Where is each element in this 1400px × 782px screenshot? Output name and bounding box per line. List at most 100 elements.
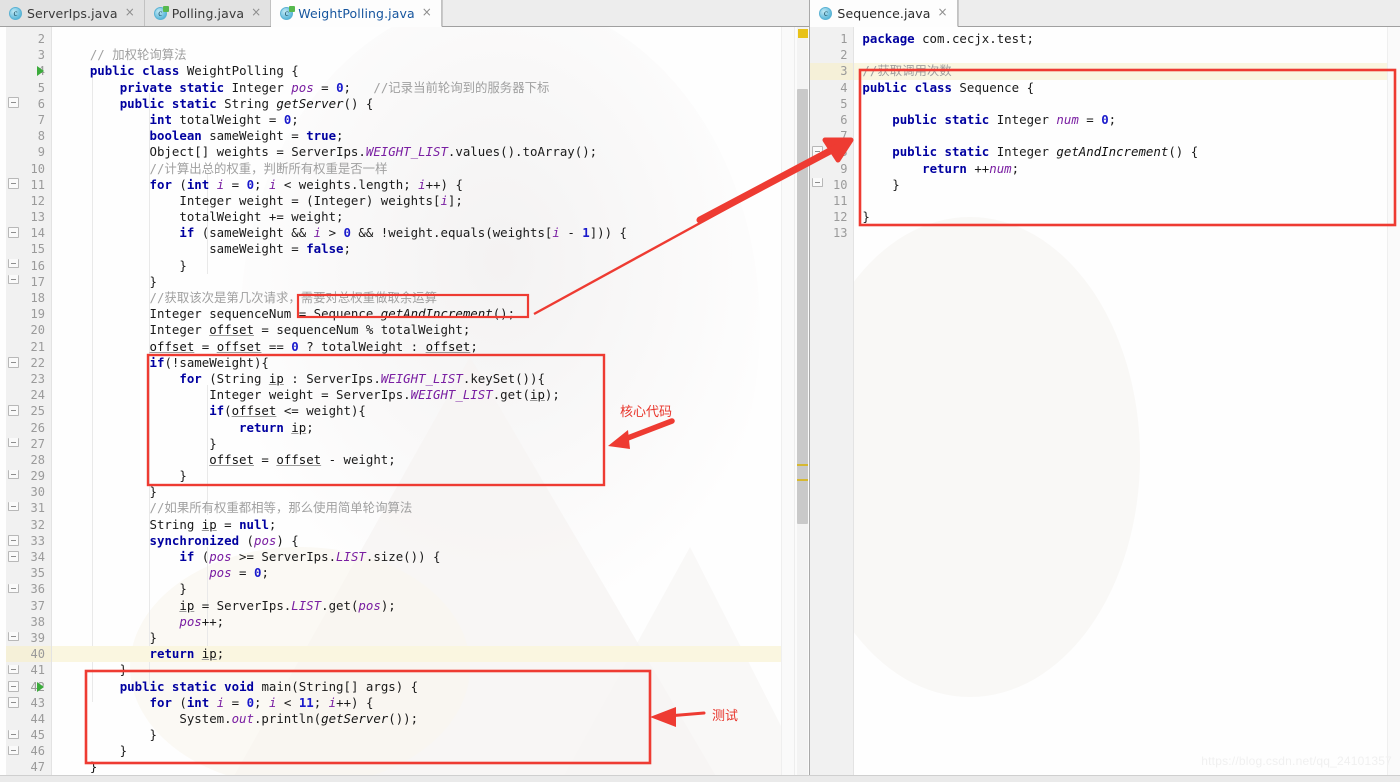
code-line[interactable]: for (int i = 0; i < weights.length; i++)… <box>52 177 781 193</box>
code-line[interactable]: public static String getServer() { <box>52 96 781 112</box>
fold-icon-end[interactable] <box>8 730 19 739</box>
change-marker[interactable] <box>797 479 809 481</box>
fold-icon[interactable] <box>8 405 19 416</box>
code-line[interactable]: if(offset <= weight){ <box>52 403 781 419</box>
left-editor[interactable]: 2 3 4 5 6 7 8 9 10 11 12 13 14 15 16 17 18 19 20 21 22 23 24 25… <box>0 27 810 782</box>
close-icon[interactable]: × <box>249 6 262 20</box>
left-error-strip[interactable] <box>781 27 795 782</box>
fold-icon-end[interactable] <box>8 259 19 268</box>
code-line[interactable]: offset = offset == 0 ? totalWeight : off… <box>52 339 781 355</box>
code-line[interactable]: if (sameWeight && i > 0 && !weight.equal… <box>52 225 781 241</box>
fold-icon[interactable] <box>8 535 19 546</box>
code-line[interactable]: //计算出总的权重，判断所有权重是否一样 <box>52 161 781 177</box>
code-line[interactable]: return ip; <box>52 420 781 436</box>
fold-icon[interactable] <box>8 697 19 708</box>
code-line[interactable]: } <box>52 727 781 743</box>
fold-icon-end[interactable] <box>8 275 19 284</box>
fold-icon[interactable] <box>8 97 19 108</box>
code-line[interactable]: Integer sequenceNum = Sequence.getAndInc… <box>52 306 781 322</box>
tab-weightpolling[interactable]: WeightPolling.java × <box>271 0 442 27</box>
right-line-number-gutter[interactable]: 1 2 3 4 5 6 7 8 9 10 11 12 13 <box>810 27 855 782</box>
code-line[interactable]: } <box>52 258 781 274</box>
code-line[interactable]: // 加权轮询算法 <box>52 47 781 63</box>
fold-icon[interactable] <box>8 551 19 562</box>
code-line[interactable]: Integer offset = sequenceNum % totalWeig… <box>52 322 781 338</box>
code-line[interactable]: if (pos >= ServerIps.LIST.size()) { <box>52 549 781 565</box>
code-line[interactable]: public class Sequence { <box>854 80 1387 96</box>
code-line[interactable]: } <box>52 630 781 646</box>
fold-icon-end[interactable] <box>8 584 19 593</box>
code-line[interactable]: pos++; <box>52 614 781 630</box>
code-line[interactable]: private static Integer pos = 0; //记录当前轮询… <box>52 80 781 96</box>
code-line[interactable]: //获取调用次数 <box>854 63 1387 80</box>
tab-polling[interactable]: Polling.java × <box>144 0 272 26</box>
fold-icon-end[interactable] <box>8 746 19 755</box>
code-line[interactable]: public class WeightPolling { <box>52 63 781 79</box>
code-line[interactable]: } <box>52 436 781 452</box>
fold-icon[interactable] <box>812 146 824 157</box>
code-line[interactable] <box>854 225 1387 241</box>
code-line[interactable]: public static void main(String[] args) { <box>52 679 781 695</box>
code-line[interactable]: ip = ServerIps.LIST.get(pos); <box>52 598 781 614</box>
fold-icon-end[interactable] <box>812 178 824 187</box>
run-gutter-icon[interactable] <box>37 681 44 692</box>
code-line[interactable]: return ++num; <box>854 161 1387 177</box>
right-error-strip[interactable] <box>1387 27 1400 782</box>
fold-icon-end[interactable] <box>8 502 19 511</box>
fold-icon-end[interactable] <box>8 438 19 447</box>
change-marker[interactable] <box>797 464 809 466</box>
code-line[interactable]: totalWeight += weight; <box>52 209 781 225</box>
code-line[interactable]: } <box>52 468 781 484</box>
scrollbar-thumb[interactable] <box>797 89 809 524</box>
code-line[interactable]: } <box>52 759 781 775</box>
code-line[interactable]: for (String ip : ServerIps.WEIGHT_LIST.k… <box>52 371 781 387</box>
code-line[interactable]: } <box>52 274 781 290</box>
left-scrollbar[interactable] <box>794 27 810 782</box>
code-line[interactable]: } <box>52 662 781 678</box>
code-line[interactable]: } <box>854 177 1387 193</box>
run-gutter-icon[interactable] <box>37 66 44 77</box>
fold-icon[interactable] <box>8 681 19 692</box>
close-icon[interactable]: × <box>123 6 136 20</box>
code-line[interactable]: public static Integer getAndIncrement() … <box>854 144 1387 160</box>
code-line[interactable]: //获取该次是第几次请求，需要对总权重做取余运算 <box>52 290 781 306</box>
code-line[interactable]: //如果所有权重都相等，那么使用简单轮询算法 <box>52 500 781 516</box>
fold-icon-end[interactable] <box>8 665 19 674</box>
code-line[interactable]: } <box>52 484 781 500</box>
code-line[interactable]: offset = offset - weight; <box>52 452 781 468</box>
code-line[interactable]: System.out.println(getServer()); <box>52 711 781 727</box>
code-line[interactable]: boolean sameWeight = true; <box>52 128 781 144</box>
code-line[interactable]: return ip; <box>52 646 782 663</box>
fold-icon-end[interactable] <box>8 470 19 479</box>
tab-sequence[interactable]: Sequence.java × <box>810 0 958 27</box>
code-line[interactable]: int totalWeight = 0; <box>52 112 781 128</box>
code-line[interactable] <box>52 31 781 47</box>
code-line[interactable]: if(!sameWeight){ <box>52 355 781 371</box>
code-line[interactable]: Object[] weights = ServerIps.WEIGHT_LIST… <box>52 144 781 160</box>
fold-icon[interactable] <box>8 357 19 368</box>
left-line-number-gutter[interactable]: 2 3 4 5 6 7 8 9 10 11 12 13 14 15 16 17 18 19 20 21 22 23 24 25… <box>6 27 52 782</box>
code-line[interactable]: } <box>854 209 1387 225</box>
code-line[interactable]: synchronized (pos) { <box>52 533 781 549</box>
fold-icon[interactable] <box>8 227 19 238</box>
code-line[interactable] <box>854 193 1387 209</box>
code-line[interactable]: pos = 0; <box>52 565 781 581</box>
code-line[interactable] <box>854 47 1387 63</box>
right-editor[interactable]: 1 2 3 4 5 6 7 8 9 10 11 12 13 package com.cecjx.test… <box>810 27 1400 782</box>
code-line[interactable]: Integer weight = ServerIps.WEIGHT_LIST.g… <box>52 387 781 403</box>
code-line[interactable]: package com.cecjx.test; <box>854 31 1387 47</box>
code-line[interactable]: } <box>52 581 781 597</box>
left-code-area[interactable]: // 加权轮询算法 public class WeightPolling { p… <box>52 27 782 782</box>
code-line[interactable]: } <box>52 743 781 759</box>
code-line[interactable]: for (int i = 0; i < 11; i++) { <box>52 695 781 711</box>
code-line[interactable] <box>854 96 1387 112</box>
code-line[interactable]: String ip = null; <box>52 517 781 533</box>
fold-icon-end[interactable] <box>8 632 19 641</box>
close-icon[interactable]: × <box>420 6 433 20</box>
warning-marker[interactable] <box>798 29 809 38</box>
code-line[interactable] <box>854 128 1387 144</box>
close-icon[interactable]: × <box>936 6 949 20</box>
right-code-area[interactable]: package com.cecjx.test; //获取调用次数 public c… <box>854 27 1387 782</box>
fold-icon[interactable] <box>8 178 19 189</box>
code-line[interactable]: public static Integer num = 0; <box>854 112 1387 128</box>
